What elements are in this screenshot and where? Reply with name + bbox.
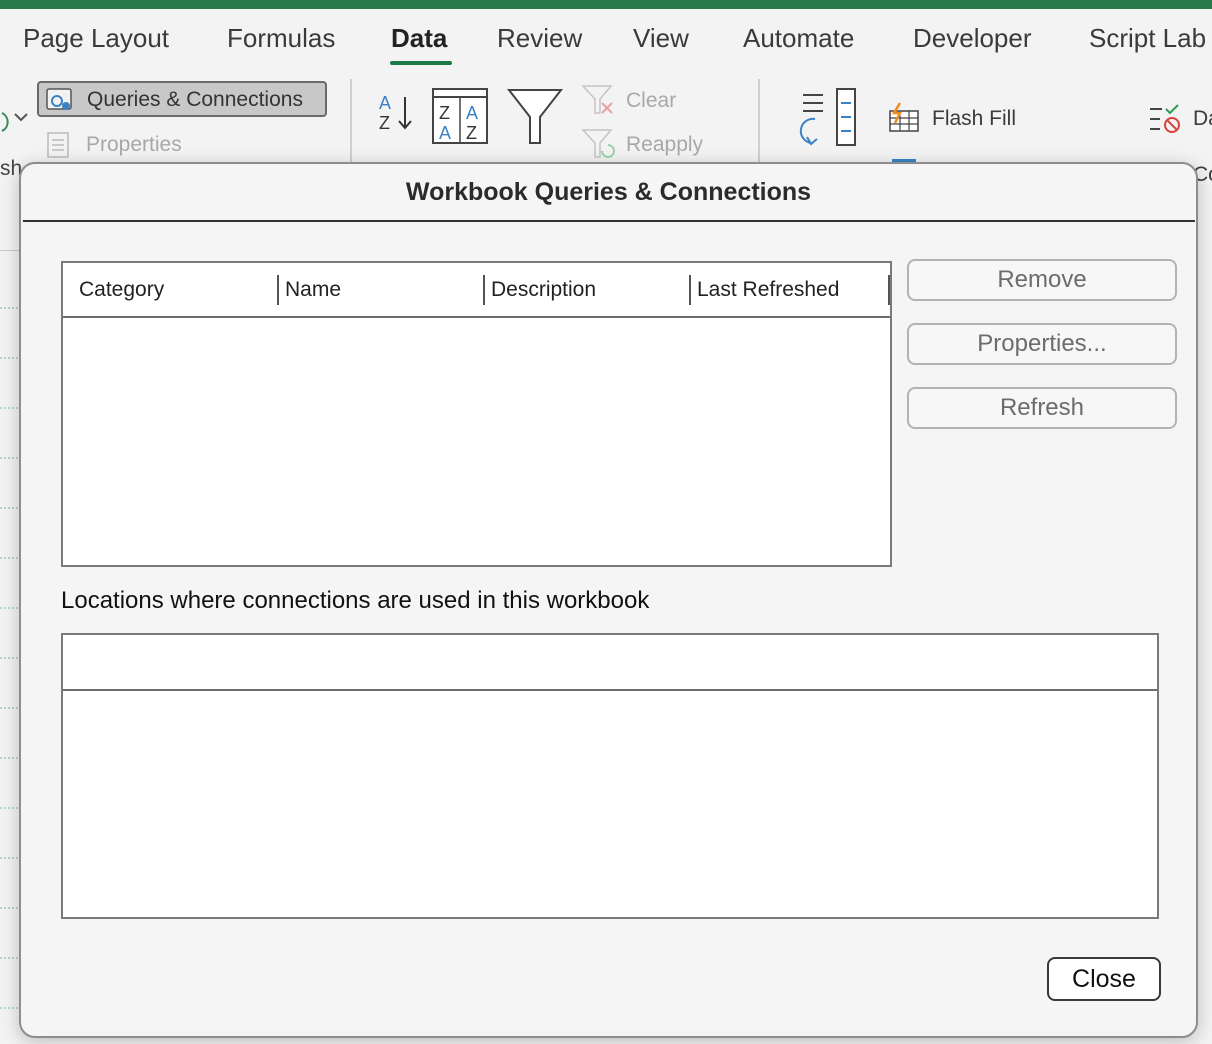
active-tab-indicator xyxy=(390,61,452,65)
ribbon-group-divider xyxy=(758,79,760,163)
tab-formulas[interactable]: Formulas xyxy=(227,23,335,54)
properties-ribbon-button[interactable]: Properties xyxy=(86,133,182,157)
title-divider xyxy=(23,220,1195,222)
properties-button[interactable]: Properties... xyxy=(907,323,1177,365)
queries-connections-label: Queries & Connections xyxy=(87,88,303,111)
ribbon-tab-bar: Page Layout Formulas Data Review View Au… xyxy=(0,9,1212,69)
sort-ascending-icon[interactable]: A Z xyxy=(377,91,417,135)
tab-automate[interactable]: Automate xyxy=(743,23,854,54)
queries-connections-dialog: Workbook Queries & Connections Category … xyxy=(19,162,1198,1038)
chevron-down-icon[interactable] xyxy=(13,111,29,123)
tab-page-layout[interactable]: Page Layout xyxy=(23,23,169,54)
locations-label: Locations where connections are used in … xyxy=(61,587,650,614)
properties-icon xyxy=(47,132,69,158)
locations-table[interactable] xyxy=(61,633,1159,919)
data-validation-label[interactable]: Da xyxy=(1193,107,1212,131)
connections-table-header: Category Name Description Last Refreshed xyxy=(63,263,890,318)
clear-button[interactable]: Clear xyxy=(626,89,676,113)
connections-table[interactable]: Category Name Description Last Refreshed xyxy=(61,261,892,567)
close-button[interactable]: Close xyxy=(1047,957,1161,1001)
tab-script-lab[interactable]: Script Lab xyxy=(1089,23,1206,54)
column-header-description[interactable]: Description xyxy=(491,278,596,302)
clear-filter-icon[interactable] xyxy=(580,83,616,117)
svg-text:A: A xyxy=(439,123,451,143)
column-header-last-refreshed[interactable]: Last Refreshed xyxy=(697,278,839,302)
reapply-icon[interactable] xyxy=(580,127,616,161)
data-validation-icon[interactable] xyxy=(1148,103,1184,135)
filter-icon[interactable] xyxy=(506,87,564,147)
column-header-name[interactable]: Name xyxy=(285,278,341,302)
sheet-gridlines xyxy=(0,250,20,1009)
sort-icon[interactable]: Z A A Z xyxy=(431,87,489,145)
flash-fill-icon[interactable] xyxy=(884,101,922,135)
tab-data[interactable]: Data xyxy=(391,23,447,54)
refresh-button[interactable]: Refresh xyxy=(907,387,1177,429)
svg-text:Z: Z xyxy=(439,103,450,123)
column-divider[interactable] xyxy=(277,275,279,305)
locations-table-header xyxy=(63,635,1157,691)
tab-view[interactable]: View xyxy=(633,23,689,54)
queries-connections-button[interactable]: Queries & Connections xyxy=(37,81,327,117)
svg-text:Z: Z xyxy=(379,113,390,133)
ribbon-group-divider xyxy=(350,79,352,163)
text-to-columns-icon[interactable] xyxy=(793,87,859,149)
tab-review[interactable]: Review xyxy=(497,23,582,54)
svg-text:A: A xyxy=(466,103,478,123)
tab-developer[interactable]: Developer xyxy=(913,23,1032,54)
column-header-category[interactable]: Category xyxy=(79,278,164,302)
column-divider[interactable] xyxy=(689,275,691,305)
reapply-button[interactable]: Reapply xyxy=(626,133,703,157)
excel-window: Page Layout Formulas Data Review View Au… xyxy=(0,0,1212,1044)
title-bar-strip xyxy=(0,0,1212,9)
column-divider[interactable] xyxy=(483,275,485,305)
dialog-title: Workbook Queries & Connections xyxy=(405,178,812,206)
column-divider[interactable] xyxy=(888,275,890,305)
flash-fill-button[interactable]: Flash Fill xyxy=(932,107,1016,131)
queries-connections-icon xyxy=(46,88,72,110)
remove-button[interactable]: Remove xyxy=(907,259,1177,301)
svg-text:Z: Z xyxy=(466,123,477,143)
svg-text:A: A xyxy=(379,93,391,113)
